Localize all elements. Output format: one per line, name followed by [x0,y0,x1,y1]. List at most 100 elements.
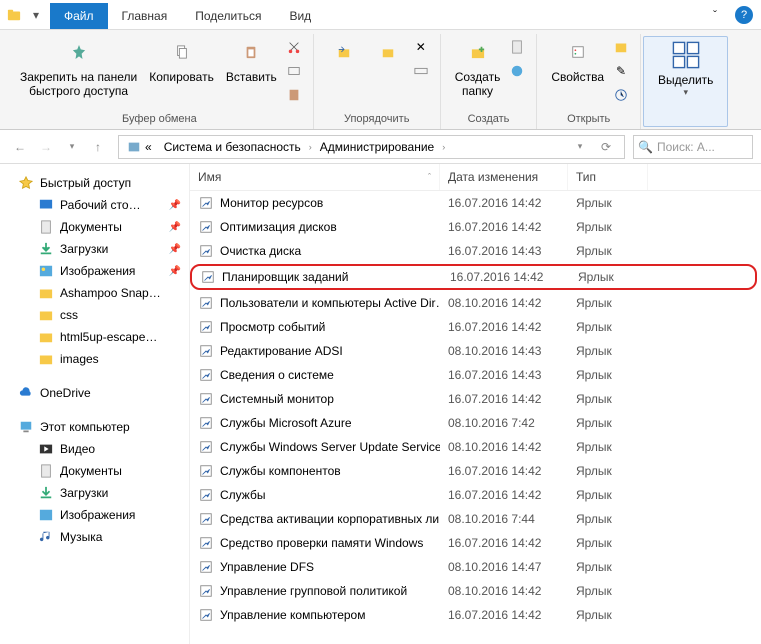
up-button[interactable]: ↑ [86,135,110,159]
column-date[interactable]: Дата изменения [440,164,568,190]
file-row[interactable]: Монитор ресурсов16.07.2016 14:42Ярлык [190,191,761,215]
new-group-label: Создать [468,111,510,129]
file-type: Ярлык [570,268,650,286]
file-row[interactable]: Сведения о системе16.07.2016 14:43Ярлык [190,363,761,387]
help-icon[interactable]: ? [735,6,753,24]
sidebar-music[interactable]: Музыка [0,526,189,548]
new-folder-button[interactable]: Создать папку [449,34,507,101]
file-type: Ярлык [568,582,648,600]
file-row[interactable]: Управление групповой политикой08.10.2016… [190,579,761,603]
sidebar-folder-ashampoo[interactable]: Ashampoo Snap… [0,282,189,304]
recent-dropdown-icon[interactable]: ▾ [60,135,84,159]
delete-icon[interactable]: ✕ [411,37,431,57]
pin-quick-access-button[interactable]: Закрепить на панели быстрого доступа [14,34,143,101]
pc-icon [18,419,34,435]
sidebar-this-pc[interactable]: Этот компьютер [0,416,189,438]
breadcrumb-seg-1[interactable]: Система и безопасность [160,140,305,154]
file-row[interactable]: Редактирование ADSI08.10.2016 14:43Ярлык [190,339,761,363]
video-icon [38,441,54,457]
paste-button[interactable]: Вставить [220,34,283,86]
file-row[interactable]: Средство проверки памяти Windows16.07.20… [190,531,761,555]
edit-icon[interactable]: ✎ [611,61,631,81]
sidebar-video[interactable]: Видео [0,438,189,460]
tab-home[interactable]: Главная [108,3,182,29]
sidebar-documents[interactable]: Документы📌 [0,216,189,238]
file-row[interactable]: Службы Microsoft Azure08.10.2016 7:42Ярл… [190,411,761,435]
sidebar-folder-html5[interactable]: html5up-escape… [0,326,189,348]
clipboard-group-label: Буфер обмена [122,111,197,129]
pin-label: Закрепить на панели быстрого доступа [20,70,137,99]
nav-label: Быстрый доступ [40,176,131,190]
cut-icon[interactable] [284,37,304,57]
folder-icon [38,285,54,301]
paste-label: Вставить [226,70,277,84]
breadcrumb-dropdown-icon[interactable]: ▾ [568,135,592,159]
file-name: Оптимизация дисков [220,220,337,234]
quick-access-toolbar: ▾ [0,0,50,29]
chevron-right-icon: › [442,142,445,152]
nav-label: OneDrive [40,386,91,400]
nav-label: Изображения [60,264,135,278]
file-type: Ярлык [568,606,648,624]
file-row[interactable]: Планировщик заданий16.07.2016 14:42Ярлык [190,264,757,290]
titlebar: ▾ Файл Главная Поделиться Вид ˇ ? [0,0,761,30]
new-item-icon[interactable] [507,37,527,57]
select-button[interactable]: Выделить ▾ [652,37,719,100]
ribbon-collapse-icon[interactable]: ˇ [695,0,735,30]
file-row[interactable]: Службы Windows Server Update Services08.… [190,435,761,459]
refresh-icon[interactable]: ⟳ [594,135,618,159]
search-input[interactable]: 🔍 Поиск: А... [633,135,753,159]
file-type: Ярлык [568,366,648,384]
file-row[interactable]: Оптимизация дисков16.07.2016 14:42Ярлык [190,215,761,239]
sidebar-documents-2[interactable]: Документы [0,460,189,482]
file-row[interactable]: Управление DFS08.10.2016 14:47Ярлык [190,555,761,579]
star-icon [18,175,34,191]
file-row[interactable]: Пользователи и компьютеры Active Dir…08.… [190,291,761,315]
paste-shortcut-icon[interactable] [284,85,304,105]
sidebar-downloads[interactable]: Загрузки📌 [0,238,189,260]
copy-button[interactable]: Копировать [143,34,220,86]
file-row[interactable]: Очистка диска16.07.2016 14:43Ярлык [190,239,761,263]
column-name[interactable]: Имяˆ [190,164,440,190]
file-row[interactable]: Управление компьютером16.07.2016 14:42Яр… [190,603,761,627]
sidebar-downloads-2[interactable]: Загрузки [0,482,189,504]
sidebar-onedrive[interactable]: OneDrive [0,382,189,404]
qat-dropdown-icon[interactable]: ▾ [26,5,46,25]
tab-view[interactable]: Вид [275,3,325,29]
breadcrumb[interactable]: « Система и безопасность › Администриров… [118,135,625,159]
tab-file[interactable]: Файл [50,3,108,29]
sidebar-pictures-2[interactable]: Изображения [0,504,189,526]
file-date: 16.07.2016 14:43 [440,242,568,260]
easy-access-icon[interactable] [507,61,527,81]
shortcut-icon [198,415,214,431]
file-row[interactable]: Службы16.07.2016 14:42Ярлык [190,483,761,507]
ribbon-group-organize: ✕ Упорядочить [314,34,441,129]
file-list[interactable]: Имяˆ Дата изменения Тип Монитор ресурсов… [190,164,761,644]
file-date: 08.10.2016 7:44 [440,510,568,528]
move-to-button[interactable] [322,34,366,72]
history-icon[interactable] [611,85,631,105]
file-name: Управление DFS [220,560,314,574]
properties-button[interactable]: Свойства [545,34,610,86]
copy-path-icon[interactable] [284,61,304,81]
back-button[interactable]: ← [8,135,32,159]
sidebar-pictures[interactable]: Изображения📌 [0,260,189,282]
copy-to-button[interactable] [366,34,410,72]
open-icon[interactable] [611,37,631,57]
sidebar-folder-images[interactable]: images [0,348,189,370]
rename-icon[interactable] [411,61,431,81]
file-row[interactable]: Средства активации корпоративных ли…08.1… [190,507,761,531]
sidebar-quick-access[interactable]: Быстрый доступ [0,172,189,194]
tab-share[interactable]: Поделиться [181,3,275,29]
sidebar-folder-css[interactable]: css [0,304,189,326]
file-row[interactable]: Просмотр событий16.07.2016 14:42Ярлык [190,315,761,339]
forward-button[interactable]: → [34,135,58,159]
nav-tree[interactable]: Быстрый доступ Рабочий сто…📌 Документы📌 … [0,164,190,644]
file-row[interactable]: Системный монитор16.07.2016 14:42Ярлык [190,387,761,411]
sidebar-desktop[interactable]: Рабочий сто…📌 [0,194,189,216]
file-row[interactable]: Службы компонентов16.07.2016 14:42Ярлык [190,459,761,483]
column-type[interactable]: Тип [568,164,648,190]
shortcut-icon [198,511,214,527]
breadcrumb-seg-2[interactable]: Администрирование [316,140,438,154]
breadcrumb-root-icon[interactable]: « [123,140,156,154]
